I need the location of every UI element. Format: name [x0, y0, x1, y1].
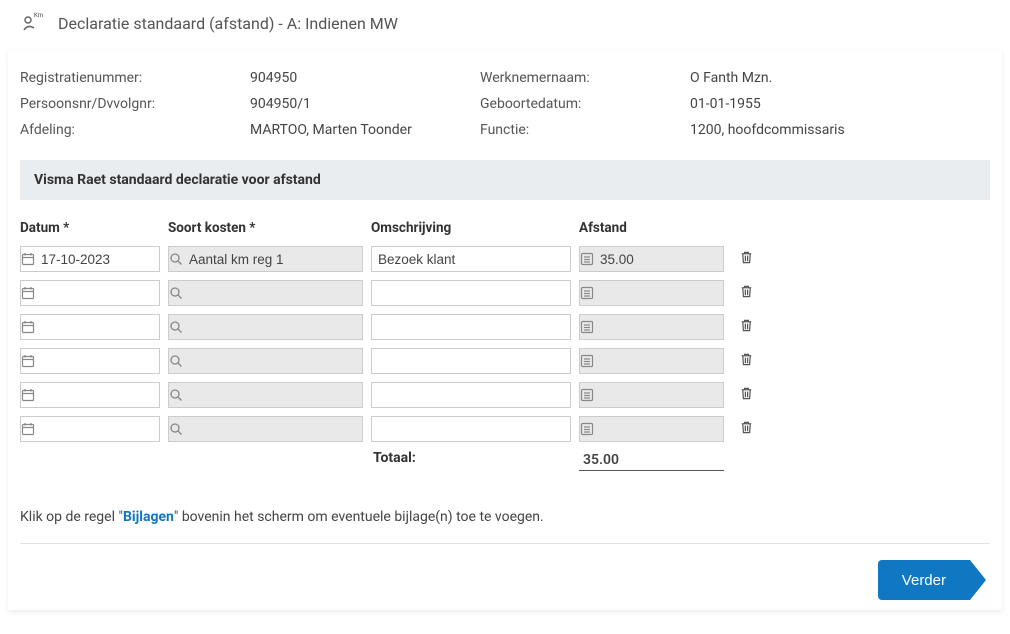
soort-input[interactable] — [183, 383, 372, 407]
datum-input-wrap[interactable] — [20, 280, 160, 306]
werknaam-value: O Fanth Mzn. — [690, 70, 990, 86]
verder-button[interactable]: Verder — [878, 560, 970, 600]
datum-input-wrap[interactable] — [20, 348, 160, 374]
calendar-icon[interactable] — [21, 388, 35, 402]
omschr-input-wrap[interactable] — [371, 382, 571, 408]
omschr-input-wrap[interactable] — [371, 246, 571, 272]
omschr-input-wrap[interactable] — [371, 314, 571, 340]
total-value: 35.00 — [579, 450, 724, 471]
omschrijving-input[interactable] — [372, 315, 570, 339]
omschrijving-input[interactable] — [372, 417, 570, 441]
afdeling-label: Afdeling: — [20, 122, 250, 138]
trash-icon[interactable] — [739, 284, 754, 303]
soort-input[interactable] — [183, 281, 372, 305]
datum-input-wrap[interactable] — [20, 246, 160, 272]
datum-input-wrap[interactable] — [20, 416, 160, 442]
persnr-value: 904950/1 — [250, 96, 480, 112]
regnr-value: 904950 — [250, 70, 480, 86]
search-icon[interactable] — [169, 354, 183, 368]
calendar-icon[interactable] — [21, 320, 35, 334]
regnr-label: Registratienummer: — [20, 70, 250, 86]
afstand-input-wrap[interactable] — [579, 246, 724, 272]
datum-input-wrap[interactable] — [20, 382, 160, 408]
search-icon[interactable] — [169, 422, 183, 436]
afstand-input-wrap[interactable] — [579, 382, 724, 408]
calendar-icon[interactable] — [21, 422, 35, 436]
soort-input[interactable] — [183, 315, 372, 339]
gebdat-value: 01-01-1955 — [690, 96, 990, 112]
omschrijving-input[interactable] — [372, 281, 570, 305]
search-icon[interactable] — [169, 252, 183, 266]
soort-input-wrap[interactable] — [168, 382, 363, 408]
col-afstand: Afstand — [579, 220, 724, 236]
table-row — [20, 348, 990, 374]
omschrijving-input[interactable] — [372, 349, 570, 373]
soort-input-wrap[interactable] — [168, 314, 363, 340]
total-label: Totaal: — [371, 450, 571, 471]
table-row — [20, 246, 990, 272]
search-icon[interactable] — [169, 388, 183, 402]
list-icon[interactable] — [580, 252, 594, 266]
table-row — [20, 280, 990, 306]
trash-icon[interactable] — [739, 318, 754, 337]
calendar-icon[interactable] — [21, 252, 35, 266]
trash-icon[interactable] — [739, 352, 754, 371]
soort-input-wrap[interactable] — [168, 280, 363, 306]
distance-icon: Km — [20, 12, 44, 34]
soort-input-wrap[interactable] — [168, 246, 363, 272]
page-title: Declaratie standaard (afstand) - A: Indi… — [58, 14, 398, 33]
soort-input[interactable] — [183, 247, 372, 271]
table-row — [20, 416, 990, 442]
gebdat-label: Geboortedatum: — [480, 96, 690, 112]
trash-icon[interactable] — [739, 250, 754, 269]
werknaam-label: Werknemernaam: — [480, 70, 690, 86]
svg-text:Km: Km — [34, 12, 43, 19]
list-icon[interactable] — [580, 354, 594, 368]
soort-input-wrap[interactable] — [168, 416, 363, 442]
datum-input-wrap[interactable] — [20, 314, 160, 340]
search-icon[interactable] — [169, 320, 183, 334]
functie-label: Functie: — [480, 122, 690, 138]
afstand-input-wrap[interactable] — [579, 280, 724, 306]
calendar-icon[interactable] — [21, 286, 35, 300]
omschrijving-input[interactable] — [372, 383, 570, 407]
trash-icon[interactable] — [739, 386, 754, 405]
col-datum: Datum * — [20, 220, 160, 236]
persnr-label: Persoonsnr/Dvvolgnr: — [20, 96, 250, 112]
afstand-input-wrap[interactable] — [579, 314, 724, 340]
functie-value: 1200, hoofdcommissaris — [690, 122, 990, 138]
omschrijving-input[interactable] — [372, 247, 570, 271]
afstand-input-wrap[interactable] — [579, 348, 724, 374]
omschr-input-wrap[interactable] — [371, 280, 571, 306]
table-row — [20, 314, 990, 340]
soort-input[interactable] — [183, 417, 372, 441]
bijlagen-link[interactable]: Bijlagen — [123, 509, 174, 525]
omschr-input-wrap[interactable] — [371, 348, 571, 374]
soort-input[interactable] — [183, 349, 372, 373]
calendar-icon[interactable] — [21, 354, 35, 368]
afstand-input-wrap[interactable] — [579, 416, 724, 442]
meta-info: Registratienummer: 904950 Werknemernaam:… — [20, 70, 990, 160]
col-omschr: Omschrijving — [371, 220, 571, 236]
list-icon[interactable] — [580, 320, 594, 334]
attachments-hint: Klik op de regel "Bijlagen" bovenin het … — [20, 481, 990, 543]
trash-icon[interactable] — [739, 420, 754, 439]
list-icon[interactable] — [580, 286, 594, 300]
soort-input-wrap[interactable] — [168, 348, 363, 374]
afdeling-value: MARTOO, Marten Toonder — [250, 122, 480, 138]
list-icon[interactable] — [580, 422, 594, 436]
col-soort: Soort kosten * — [168, 220, 363, 236]
omschr-input-wrap[interactable] — [371, 416, 571, 442]
search-icon[interactable] — [169, 286, 183, 300]
table-row — [20, 382, 990, 408]
list-icon[interactable] — [580, 388, 594, 402]
section-title: Visma Raet standaard declaratie voor afs… — [20, 160, 990, 200]
